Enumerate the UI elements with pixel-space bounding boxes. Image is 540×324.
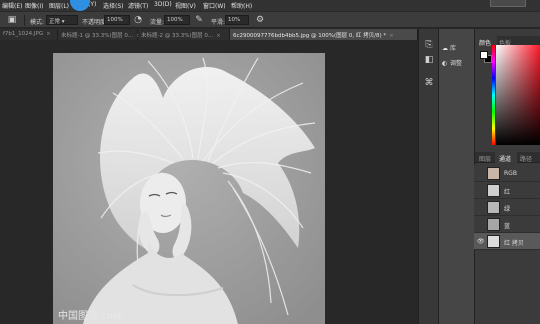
channel-row-green[interactable]: 绿: [474, 199, 540, 216]
adjustments-panel-button[interactable]: ◐ 调整: [442, 58, 462, 67]
hue-slider[interactable]: [492, 45, 495, 145]
cloud-icon: ☁: [442, 45, 448, 52]
mode-select[interactable]: 正常 ▾: [46, 15, 78, 25]
channels-panel-tabs: 图层 通道 路径: [475, 152, 540, 163]
menu-view[interactable]: 视图(V): [175, 1, 196, 10]
channel-name: 绿: [504, 206, 511, 213]
channel-row-blue[interactable]: 蓝: [474, 216, 540, 233]
tab-paths[interactable]: 路径: [520, 154, 532, 163]
menu-layer[interactable]: 图层(L): [49, 1, 69, 10]
channel-name: 蓝: [504, 223, 511, 230]
mode-label: 模式:: [30, 19, 45, 26]
channel-thumbnail: [487, 184, 500, 197]
close-icon[interactable]: ×: [389, 33, 394, 39]
options-bar: ▣ 模式: 正常 ▾ 不透明度: 100% ◔ 流量: 100% ✎ 平滑: 1…: [0, 11, 540, 28]
brush-tool-icon[interactable]: ▣: [6, 14, 18, 26]
history-icon[interactable]: ⎘: [423, 39, 435, 51]
close-icon[interactable]: ×: [216, 33, 221, 39]
smooth-field[interactable]: 10%: [225, 15, 249, 25]
menu-edit[interactable]: 编辑(E): [2, 1, 22, 10]
doc-tab-label: 未标题-1 @ 33.3%(图层 0...: [61, 33, 134, 39]
watermark-text: 中国图库 cnst: [58, 311, 123, 322]
tab-color[interactable]: 颜色: [479, 38, 491, 47]
smooth-value: 10%: [228, 17, 241, 23]
flow-value: 100%: [167, 17, 183, 23]
eye-icon[interactable]: 👁: [477, 238, 485, 245]
flow-label: 流量:: [150, 19, 165, 26]
doc-tab-3[interactable]: 未标题-2 @ 33.3%(图层 0... ×: [138, 29, 230, 40]
tab-layers[interactable]: 图层: [479, 154, 491, 163]
channel-row-rgb[interactable]: RGB: [474, 165, 540, 182]
channel-row-red-copy[interactable]: 👁 红 拷贝: [474, 233, 540, 250]
library-panel-button[interactable]: ☁ 库: [442, 43, 456, 52]
channel-name: 红: [504, 189, 511, 196]
adjustment-icon: ◐: [442, 60, 448, 67]
panel-icon-strip: ⎘ ◧ ⌘: [418, 29, 438, 324]
channel-name: 红 拷贝: [504, 240, 524, 247]
document-image[interactable]: [53, 53, 325, 324]
menu-3d[interactable]: 3D(D): [154, 1, 172, 8]
menu-help[interactable]: 帮助(H): [231, 1, 252, 10]
menu-select[interactable]: 选择(S): [103, 1, 124, 10]
channel-thumbnail: [487, 218, 500, 231]
doc-tab-label: 6c2900097776bdb4bb5.jpg @ 100%(图层 0, 红 拷…: [233, 33, 387, 39]
menu-image[interactable]: 图像(I): [25, 1, 43, 10]
channel-thumbnail: [487, 201, 500, 214]
menu-window[interactable]: 窗口(W): [203, 1, 226, 10]
adjust-label: 调整: [450, 60, 463, 67]
airbrush-icon[interactable]: ✎: [193, 14, 205, 26]
channel-thumbnail: [487, 167, 500, 180]
collapsed-panel-group: ☁ 库 ◐ 调整: [438, 29, 474, 324]
channel-thumbnail: [487, 235, 500, 248]
portrait-image: [53, 53, 325, 324]
pressure-opacity-icon[interactable]: ◔: [132, 14, 144, 26]
flow-field[interactable]: 100%: [164, 15, 190, 25]
channel-row-red[interactable]: 红: [474, 182, 540, 199]
menu-filter[interactable]: 滤镜(T): [128, 1, 148, 10]
divider: [24, 15, 25, 26]
doc-tab-label: f7b1_1024.JPG: [3, 31, 44, 37]
smooth-label: 平滑:: [211, 19, 226, 26]
window-thumbnail[interactable]: [490, 0, 526, 7]
opacity-value: 100%: [107, 17, 123, 23]
library-label: 库: [450, 45, 457, 52]
doc-tab-1[interactable]: f7b1_1024.JPG ×: [0, 29, 58, 40]
doc-tab-active[interactable]: 6c2900097776bdb4bb5.jpg @ 100%(图层 0, 红 拷…: [230, 29, 418, 40]
doc-tab-label: 未标题-2 @ 33.3%(图层 0...: [141, 33, 214, 39]
opacity-field[interactable]: 100%: [104, 15, 130, 25]
document-tab-bar: f7b1_1024.JPG× 未标题-1 @ 33.3%(图层 0...× 未标…: [0, 29, 418, 40]
foreground-color-swatch[interactable]: [480, 51, 488, 59]
mode-value: 正常: [49, 19, 61, 25]
doc-tab-2[interactable]: 未标题-1 @ 33.3%(图层 0...×: [58, 29, 141, 40]
tab-channels[interactable]: 通道: [499, 154, 511, 163]
channel-name: RGB: [504, 170, 517, 177]
brush-settings-icon[interactable]: ⌘: [423, 77, 435, 89]
close-icon[interactable]: ×: [46, 31, 51, 37]
color-picker-field[interactable]: [496, 45, 540, 145]
properties-icon[interactable]: ◧: [423, 54, 435, 66]
settings-gear-icon[interactable]: ⚙: [254, 14, 266, 26]
